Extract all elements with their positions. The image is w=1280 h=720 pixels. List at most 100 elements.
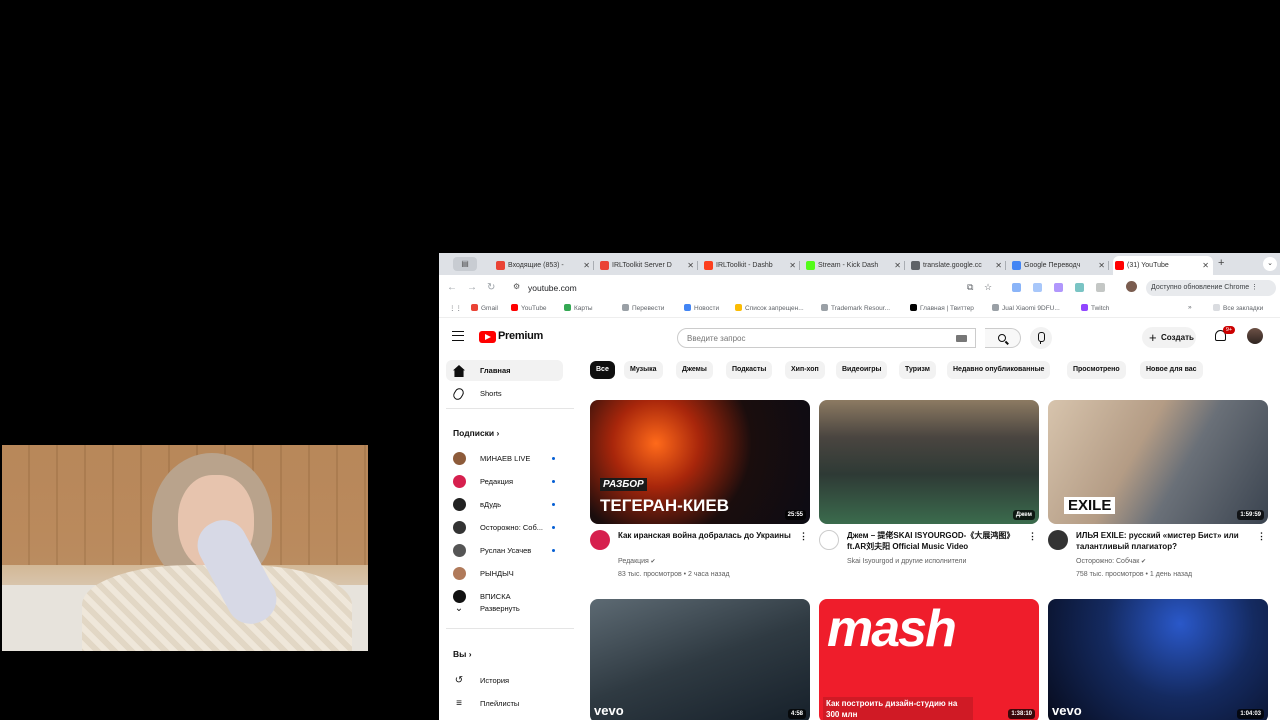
chip-filter[interactable]: Новое для вас	[1140, 361, 1203, 379]
keyboard-icon[interactable]	[956, 335, 967, 342]
extensions-puzzle-icon[interactable]	[1096, 283, 1105, 292]
extension-icon[interactable]	[1075, 283, 1084, 292]
bookmark-item[interactable]: Trademark Resour...	[821, 304, 890, 312]
video-thumbnail[interactable]: Джем	[819, 400, 1039, 524]
install-app-icon[interactable]: ⧉	[967, 282, 973, 293]
browser-tab[interactable]: Stream - Kick Dash ✕	[804, 256, 905, 275]
tab-close-icon[interactable]: ✕	[583, 256, 590, 275]
tab-list-chevron-icon[interactable]: ⌄	[1263, 257, 1277, 271]
channel-avatar[interactable]	[590, 530, 610, 550]
bookmark-favicon	[564, 304, 571, 311]
video-channel[interactable]: Редакция ✔	[618, 556, 656, 568]
tab-close-icon[interactable]: ✕	[1098, 256, 1105, 275]
video-thumbnail[interactable]: mash Как построить дизайн-студию на 300 м…	[819, 599, 1039, 720]
browser-tab[interactable]: IRLToolkit Server D ✕	[598, 256, 698, 275]
browser-tab[interactable]: Входящие (853) - ✕	[494, 256, 594, 275]
tab-close-icon[interactable]: ✕	[894, 256, 901, 275]
tab-close-icon[interactable]: ✕	[687, 256, 694, 275]
sidebar-item-channel[interactable]: вДудь	[446, 494, 563, 515]
extension-icon[interactable]	[1054, 283, 1063, 292]
video-thumbnail[interactable]: РАЗБОР ТЕГЕРАН-КИЕВ 25:55	[590, 400, 810, 524]
more-actions-icon[interactable]: ⋮	[1257, 531, 1266, 542]
folder-icon	[1213, 304, 1220, 311]
tab-separator	[1005, 261, 1006, 270]
sidebar-divider	[446, 628, 574, 629]
sidebar-item-channel[interactable]: РЫНДЫЧ	[446, 563, 563, 584]
bookmark-item[interactable]: Twitch	[1081, 304, 1109, 312]
you-heading[interactable]: Вы ›	[453, 649, 472, 659]
bookmark-item[interactable]: Главная | Твиттер	[910, 304, 974, 312]
chip-filter[interactable]: Хип-хоп	[785, 361, 825, 379]
video-title[interactable]: ИЛЬЯ EXILE: русский «мистер Бист» или та…	[1076, 530, 1256, 552]
video-thumbnail[interactable]: vevo 4:58	[590, 599, 810, 720]
video-thumbnail[interactable]: vevo 1:04:03	[1048, 599, 1268, 720]
sidebar-item-channel[interactable]: МИНАЕВ LIVE	[446, 448, 563, 469]
extension-icon[interactable]	[1033, 283, 1042, 292]
address-url[interactable]: youtube.com	[528, 283, 577, 293]
sidebar-item-history[interactable]: ↺ История	[446, 670, 563, 691]
bookmarks-overflow-icon[interactable]: »	[1188, 304, 1192, 311]
all-bookmarks[interactable]: Все закладки	[1213, 304, 1263, 312]
bookmark-star-icon[interactable]: ☆	[984, 282, 992, 293]
video-channel[interactable]: Осторожно: Собчак ✔	[1076, 556, 1146, 568]
chrome-update-button[interactable]: Доступно обновление Chrome ⋮	[1146, 280, 1276, 296]
bookmark-item[interactable]: Карты	[564, 304, 593, 312]
chip-filter[interactable]: Все	[590, 361, 615, 379]
create-button[interactable]: + Создать	[1142, 327, 1196, 348]
tab-close-icon[interactable]: ✕	[789, 256, 796, 275]
chip-filter[interactable]: Просмотрено	[1067, 361, 1126, 379]
chip-filter[interactable]: Недавно опубликованные	[947, 361, 1051, 379]
apps-grid-icon[interactable]: ⋮⋮	[449, 304, 462, 312]
tab-label: Stream - Kick Dash	[818, 262, 879, 269]
reload-icon[interactable]: ↻	[487, 282, 495, 293]
sidebar-item-playlists[interactable]: ≡ Плейлисты	[446, 693, 563, 714]
search-input[interactable]: Введите запрос	[677, 328, 976, 348]
bookmark-item[interactable]: Список запрещен...	[735, 304, 804, 312]
voice-search-button[interactable]	[1030, 327, 1052, 349]
sidebar-item-channel[interactable]: Руслан Усачев	[446, 540, 563, 561]
sidebar-divider	[446, 408, 574, 409]
bookmark-item[interactable]: Jual Xiaomi 9DFU...	[992, 304, 1060, 312]
sidebar-item-shorts[interactable]: Shorts	[446, 383, 563, 404]
account-avatar[interactable]	[1247, 328, 1263, 344]
search-button[interactable]	[985, 328, 1021, 348]
sidebar-item-home[interactable]: Главная	[446, 360, 563, 381]
profile-avatar[interactable]	[1126, 281, 1137, 292]
back-icon[interactable]: ←	[447, 282, 457, 293]
channel-avatar[interactable]	[1048, 530, 1068, 550]
bookmark-item[interactable]: Новости	[684, 304, 719, 312]
more-actions-icon[interactable]: ⋮	[799, 531, 808, 542]
bookmark-item[interactable]: Gmail	[471, 304, 498, 312]
subscriptions-heading[interactable]: Подписки ›	[453, 428, 499, 438]
browser-tab[interactable]: IRLToolkit - Dashb ✕	[702, 256, 800, 275]
chip-filter[interactable]: Подкасты	[726, 361, 773, 379]
guide-menu-icon[interactable]	[452, 331, 464, 341]
bookmark-item[interactable]: Перевести	[622, 304, 664, 312]
yandex-icon	[704, 261, 713, 270]
extension-icon[interactable]	[1012, 283, 1021, 292]
bookmark-item[interactable]: YouTube	[511, 304, 547, 312]
browser-tab[interactable]: Google Переводч ✕	[1010, 256, 1109, 275]
new-tab-icon[interactable]: +	[1218, 257, 1224, 269]
chip-filter[interactable]: Видеоигры	[836, 361, 888, 379]
sidebar-item-channel[interactable]: Осторожно: Соб...	[446, 517, 563, 538]
forward-icon[interactable]: →	[467, 282, 477, 293]
sidebar-expand[interactable]: ⌄ Развернуть	[446, 598, 563, 619]
chip-filter[interactable]: Туризм	[899, 361, 936, 379]
video-thumbnail[interactable]: EXILE 1:59:59	[1048, 400, 1268, 524]
tab-close-icon[interactable]: ✕	[1202, 256, 1209, 275]
video-title[interactable]: Как иранская война добралась до Украины	[618, 530, 798, 541]
chip-filter[interactable]: Джемы	[676, 361, 713, 379]
video-title[interactable]: Джем – 提佬SKAI ISYOURGOD-《大展鸿图》ft.AR刘夫阳 O…	[847, 530, 1027, 552]
address-bar[interactable]: ⚙ youtube.com	[505, 279, 1005, 298]
browser-tab[interactable]: (31) YouTube ✕	[1113, 256, 1213, 275]
sidebar-item-channel[interactable]: Редакция	[446, 471, 563, 492]
tab-search-icon[interactable]: ▤	[453, 257, 477, 271]
more-actions-icon[interactable]: ⋮	[1028, 531, 1037, 542]
site-info-icon[interactable]: ⚙	[513, 282, 520, 291]
channel-avatar[interactable]	[819, 530, 839, 550]
chip-filter[interactable]: Музыка	[624, 361, 663, 379]
tab-close-icon[interactable]: ✕	[995, 256, 1002, 275]
browser-tab[interactable]: translate.google.cc ✕	[909, 256, 1006, 275]
video-channel[interactable]: Skai Isyourgod и другие исполнители	[847, 556, 966, 568]
